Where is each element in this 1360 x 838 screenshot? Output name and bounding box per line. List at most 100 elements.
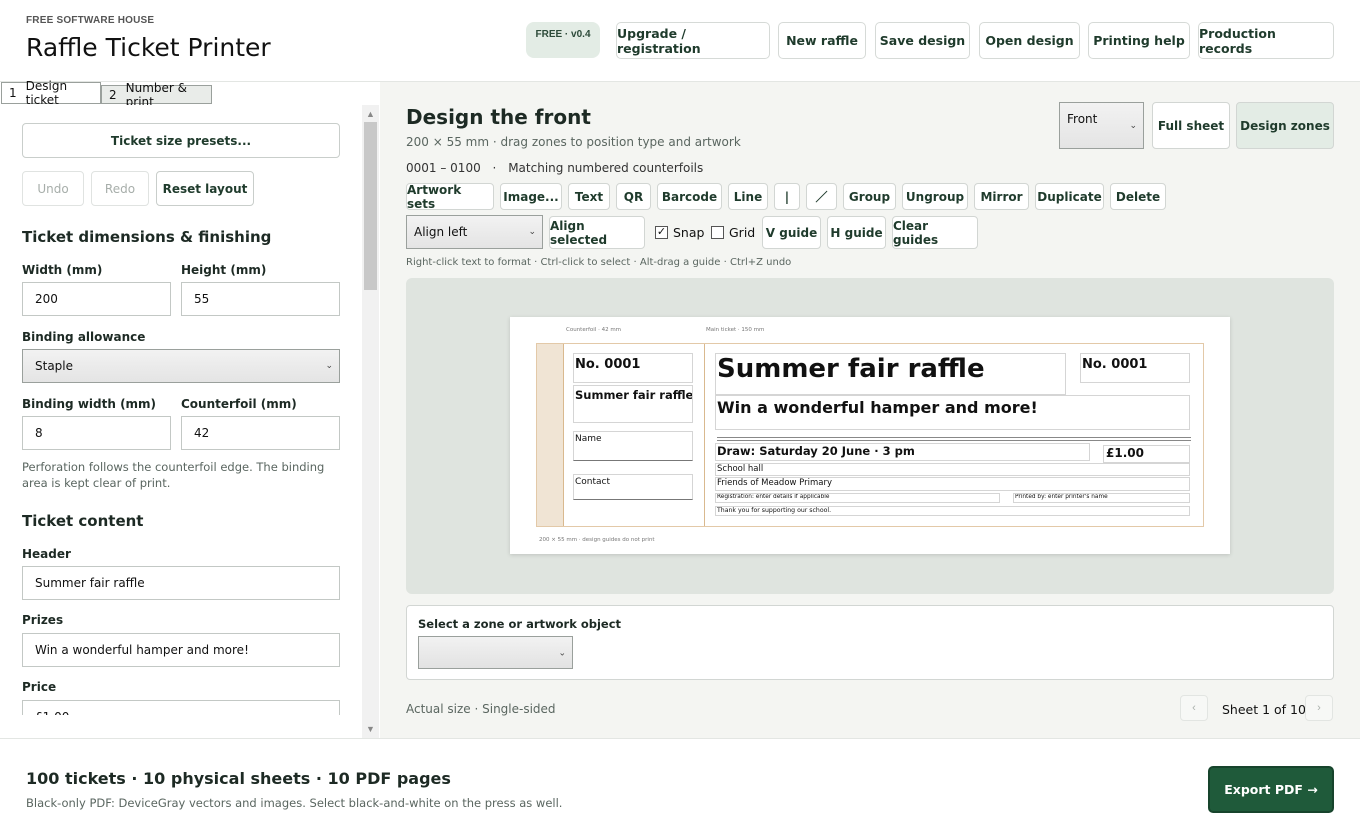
- header-input[interactable]: Summer fair raffle: [22, 566, 340, 600]
- sidebar-scrollbar[interactable]: ▲ ▼: [362, 105, 379, 738]
- export-bar: 100 tickets · 10 physical sheets · 10 PD…: [0, 738, 1360, 838]
- divider-line: [717, 440, 1191, 441]
- next-sheet-button[interactable]: ›: [1305, 695, 1333, 721]
- price-label: Price: [22, 680, 57, 694]
- binding-width-label: Binding width (mm): [22, 397, 157, 411]
- redo-button[interactable]: Redo: [91, 171, 149, 206]
- width-input[interactable]: 200: [22, 282, 171, 316]
- prev-sheet-button[interactable]: ‹: [1180, 695, 1208, 721]
- binding-width-input[interactable]: 8: [22, 416, 171, 450]
- align-select[interactable]: Align left ⌄: [406, 215, 543, 249]
- prizes-label: Prizes: [22, 613, 64, 627]
- main-title-zone[interactable]: Summer fair raffle: [715, 353, 1066, 395]
- snap-checkbox[interactable]: ✓: [655, 226, 668, 239]
- ungroup-button[interactable]: Ungroup: [902, 183, 968, 210]
- counterfoil-caption: Counterfoil · 42 mm: [566, 327, 622, 333]
- undo-button[interactable]: Undo: [22, 171, 84, 206]
- height-input[interactable]: 55: [181, 282, 340, 316]
- ticket-outline: No. 0001 Summer fair raffle Name Contact…: [536, 343, 1204, 527]
- print-summary: 100 tickets · 10 physical sheets · 10 PD…: [26, 769, 451, 788]
- line-button[interactable]: Line: [728, 183, 768, 210]
- text-button[interactable]: Text: [568, 183, 610, 210]
- barcode-button[interactable]: Barcode: [657, 183, 722, 210]
- range-description: Matching numbered counterfoils: [508, 161, 704, 175]
- prizes-zone[interactable]: Win a wonderful hamper and more!: [715, 395, 1190, 430]
- snap-label: Snap: [673, 225, 705, 240]
- counterfoil-input[interactable]: 42: [181, 416, 340, 450]
- top-bar: FREE SOFTWARE HOUSE Raffle Ticket Printe…: [0, 0, 1360, 82]
- price-zone[interactable]: £1.00: [1103, 445, 1190, 463]
- chevron-down-icon: ⌄: [528, 227, 536, 237]
- zone-select[interactable]: ⌄: [418, 636, 573, 669]
- main-number-zone[interactable]: No. 0001: [1080, 353, 1190, 383]
- reset-layout-button[interactable]: Reset layout: [156, 171, 254, 206]
- tab-number: 2: [109, 87, 117, 102]
- chevron-down-icon: ⌄: [325, 361, 333, 371]
- main-ticket-caption: Main ticket · 150 mm: [706, 327, 765, 333]
- v-guide-button[interactable]: V guide: [762, 216, 821, 249]
- upgrade-button[interactable]: Upgrade / registration: [616, 22, 770, 59]
- scroll-up-icon[interactable]: ▲: [362, 107, 379, 121]
- zone-selector-label: Select a zone or artwork object: [418, 617, 622, 631]
- ticket-size-presets-button[interactable]: Ticket size presets...: [22, 123, 340, 158]
- zone-selector-panel: Select a zone or artwork object ⌄: [406, 605, 1334, 680]
- diagonal-line-button[interactable]: ／: [806, 183, 837, 210]
- side-select[interactable]: Front ⌄: [1059, 102, 1144, 149]
- duplicate-button[interactable]: Duplicate: [1035, 183, 1104, 210]
- open-design-button[interactable]: Open design: [979, 22, 1080, 59]
- group-button[interactable]: Group: [843, 183, 896, 210]
- binding-select-value: Staple: [35, 359, 74, 373]
- thanks-zone[interactable]: Thank you for supporting our school.: [715, 506, 1190, 516]
- design-zones-button[interactable]: Design zones: [1236, 102, 1334, 149]
- stub-number-zone[interactable]: No. 0001: [573, 353, 693, 383]
- align-select-value: Align left: [414, 225, 468, 239]
- stub-title-zone[interactable]: Summer fair raffle: [573, 385, 693, 423]
- registration-zone[interactable]: Registration: enter details if applicabl…: [715, 493, 1000, 503]
- printing-help-button[interactable]: Printing help: [1088, 22, 1190, 59]
- stub-name-zone[interactable]: Name: [573, 431, 693, 461]
- delete-button[interactable]: Delete: [1110, 183, 1166, 210]
- align-selected-button[interactable]: Align selected: [549, 216, 645, 249]
- full-sheet-button[interactable]: Full sheet: [1152, 102, 1230, 149]
- scroll-down-icon[interactable]: ▼: [362, 722, 379, 736]
- tab-design-ticket[interactable]: 1 Design ticket: [1, 79, 101, 107]
- venue-zone[interactable]: School hall: [715, 463, 1190, 476]
- printed-by-zone[interactable]: Printed by: enter printer's name: [1013, 493, 1190, 503]
- export-pdf-button[interactable]: Export PDF →: [1208, 766, 1334, 813]
- shortcut-hint: Right-click text to format · Ctrl-click …: [406, 257, 792, 268]
- stub-contact-zone[interactable]: Contact: [573, 474, 693, 500]
- binding-label: Binding allowance: [22, 330, 146, 344]
- artwork-sets-button[interactable]: Artwork sets: [406, 183, 494, 211]
- h-guide-button[interactable]: H guide: [827, 216, 886, 249]
- production-records-button[interactable]: Production records: [1198, 22, 1334, 59]
- width-label: Width (mm): [22, 263, 103, 277]
- mirror-button[interactable]: Mirror: [974, 183, 1029, 210]
- page-title: Design the front: [406, 105, 591, 129]
- design-workspace: Design the front 200 × 55 mm · drag zone…: [380, 82, 1360, 738]
- price-text: £1.00: [1106, 446, 1144, 460]
- chevron-down-icon: ⌄: [558, 647, 566, 657]
- scroll-thumb[interactable]: [364, 122, 377, 290]
- counterfoil-label: Counterfoil (mm): [181, 397, 297, 411]
- save-design-button[interactable]: Save design: [875, 22, 970, 59]
- company-name: FREE SOFTWARE HOUSE: [26, 15, 155, 26]
- vertical-line-button[interactable]: |: [774, 183, 800, 210]
- clear-guides-button[interactable]: Clear guides: [892, 216, 978, 249]
- new-raffle-button[interactable]: New raffle: [778, 22, 866, 59]
- binding-area: [537, 344, 564, 526]
- binding-select[interactable]: Staple ⌄: [22, 349, 340, 383]
- prizes-input[interactable]: Win a wonderful hamper and more!: [22, 633, 340, 667]
- image-button[interactable]: Image...: [500, 183, 562, 210]
- design-canvas[interactable]: Counterfoil · 42 mm Main ticket · 150 mm…: [406, 278, 1334, 594]
- content-heading: Ticket content: [22, 512, 144, 530]
- draw-zone[interactable]: Draw: Saturday 20 June · 3 pm: [715, 443, 1090, 461]
- organiser-zone[interactable]: Friends of Meadow Primary: [715, 477, 1190, 491]
- sheet-footer-caption: 200 × 55 mm · design guides do not print: [539, 537, 655, 543]
- tab-number-print[interactable]: 2 Number & print: [101, 81, 212, 109]
- qr-button[interactable]: QR: [616, 183, 651, 210]
- grid-checkbox[interactable]: [711, 226, 724, 239]
- range-separator: ·: [492, 161, 497, 175]
- number-range: 0001 – 0100 · Matching numbered counterf…: [406, 161, 703, 175]
- perforation-hint: Perforation follows the counterfoil edge…: [22, 460, 325, 490]
- price-input[interactable]: £1.00: [22, 700, 340, 715]
